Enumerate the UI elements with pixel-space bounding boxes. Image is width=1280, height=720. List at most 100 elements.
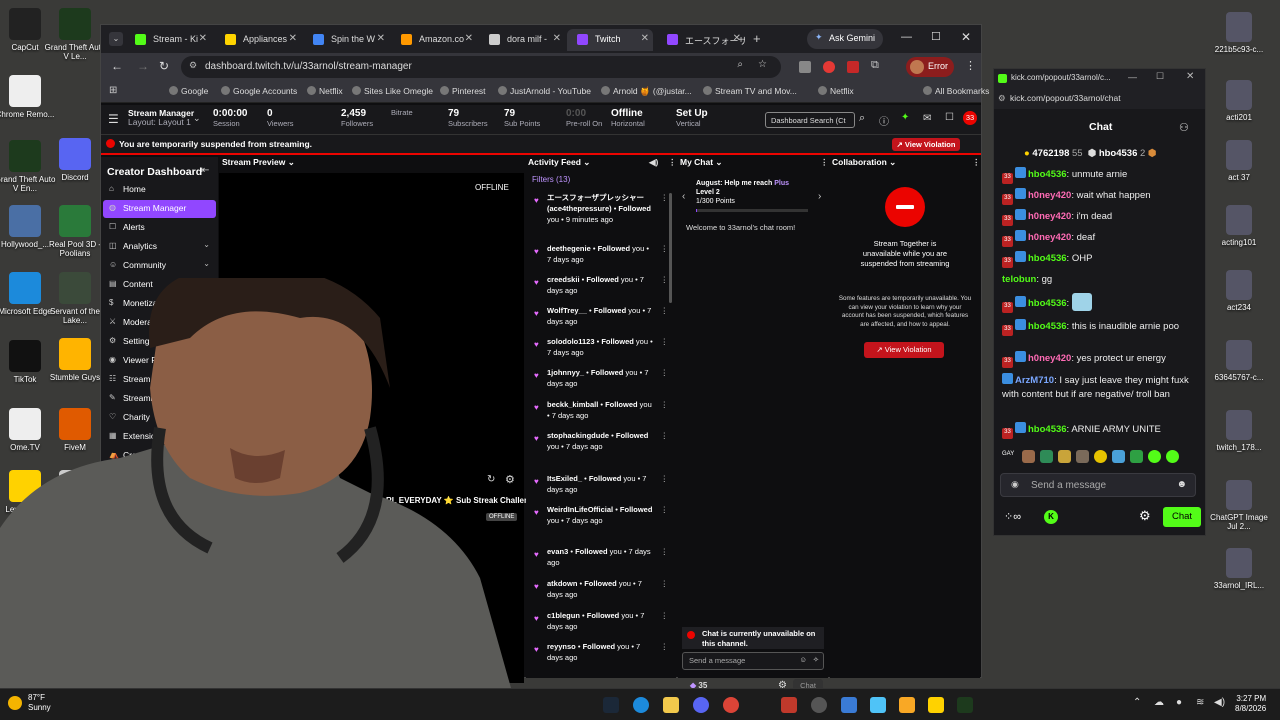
browser-tab[interactable]: Appliances ✕ (215, 29, 301, 51)
desktop-image-file[interactable]: twitch_178... (1208, 410, 1270, 452)
bookmark-item[interactable]: Google Accounts (221, 86, 297, 96)
back-icon[interactable]: ← (111, 59, 123, 73)
app-icon[interactable] (899, 697, 915, 713)
activity-feed-header[interactable]: Activity Feed ⌄ ◀) ⋮ (528, 157, 677, 171)
more-icon[interactable]: ⋮ (661, 244, 669, 255)
volume-icon[interactable]: ◀) (1214, 697, 1225, 708)
stream-manager-title[interactable]: Stream Manager Layout: Layout 1 (128, 108, 194, 128)
more-icon[interactable]: ⋮ (661, 611, 669, 622)
chevron-down-icon[interactable]: ⌄ (193, 113, 201, 124)
more-icon[interactable]: ⋮ (661, 400, 669, 411)
close-tab-icon[interactable]: ✕ (465, 33, 473, 44)
all-bookmarks-folder[interactable]: All Bookmarks (923, 86, 989, 96)
emote-icon[interactable] (1112, 450, 1125, 463)
emote-icon[interactable] (1166, 450, 1179, 463)
cloud-icon[interactable]: ☁ (1154, 697, 1164, 708)
close-window-button[interactable]: ✕ (1186, 71, 1194, 82)
profile-error-button[interactable]: Error (906, 57, 954, 77)
weather-widget[interactable]: 87°F Sunny (6, 693, 51, 712)
wifi-icon[interactable]: ≋ (1196, 697, 1204, 708)
kick-address[interactable]: ⚙ kick.com/popout/33arnol/chat (994, 89, 1205, 109)
filters-link[interactable]: Filters (13) (532, 175, 570, 184)
desktop-image-file[interactable]: 33arnol_IRL... (1208, 548, 1270, 590)
discord-icon[interactable] (693, 697, 709, 713)
new-tab-button[interactable]: + (753, 31, 761, 46)
kick-chat-button[interactable]: Chat (1163, 507, 1201, 527)
gta-icon[interactable] (957, 697, 973, 713)
bookmark-item[interactable]: Arnold 🍯 (@justar... (601, 86, 692, 97)
ext-icon[interactable] (847, 61, 859, 73)
edge-icon[interactable] (633, 697, 649, 713)
help-icon[interactable]: ⓘ (879, 113, 889, 128)
stat-sub-points[interactable]: 79 Sub Points (504, 108, 540, 127)
infinity-icon[interactable]: ⁘∞ (1004, 510, 1021, 523)
close-tab-icon[interactable]: ✕ (199, 33, 207, 44)
maximize-button[interactable]: ☐ (931, 30, 941, 43)
settings-gear-icon[interactable]: ⚙ (1139, 508, 1151, 524)
bookmark-item[interactable]: Netflix (307, 86, 343, 96)
hamburger-menu-icon[interactable]: ☰ (108, 112, 119, 126)
apps-grid-icon[interactable]: ⊞ (109, 85, 117, 96)
browser-tab[interactable]: Amazon.co ✕ (391, 29, 477, 51)
desktop-image-file[interactable]: acti201 (1208, 80, 1270, 122)
more-icon[interactable]: ⋮ (661, 505, 669, 516)
desktop-image-file[interactable]: ChatGPT Image Jul 2... (1208, 480, 1270, 531)
more-icon[interactable]: ⋮ (661, 431, 669, 442)
more-icon[interactable]: ⋮ (668, 157, 677, 168)
more-icon[interactable]: ⋮ (820, 157, 829, 168)
more-icon[interactable]: ⋮ (661, 474, 669, 485)
browser-tab[interactable]: Spin the W ✕ (303, 29, 389, 51)
site-info-icon[interactable]: ⚙ (189, 60, 197, 71)
collab-view-violation-button[interactable]: ↗ View Violation (864, 342, 944, 358)
emote-icon[interactable] (1094, 450, 1107, 463)
extensions-icon[interactable]: ✦ (901, 112, 909, 123)
mic-icon[interactable]: ● (1176, 697, 1182, 708)
desktop-image-file[interactable]: 63645767-c... (1208, 340, 1270, 382)
app-icon[interactable] (811, 697, 827, 713)
extension-icons[interactable]: ⧉ (799, 59, 889, 75)
bookmark-item[interactable]: Sites Like Omegle (352, 86, 433, 96)
user-settings-icon[interactable]: ⚇ (1179, 121, 1189, 134)
desktop-image-file[interactable]: act 37 (1208, 140, 1270, 182)
more-icon[interactable]: ⋮ (661, 642, 669, 653)
emote-icon[interactable] (1040, 450, 1053, 463)
stat-pre-roll-on[interactable]: 0:00 Pre-roll On (566, 108, 602, 127)
sidebar-item-community[interactable]: ☺ Community ⌄ (103, 257, 216, 275)
emote-icon[interactable]: ☺ (799, 655, 807, 664)
view-violation-button[interactable]: ↗ View Violation (892, 138, 960, 151)
stat-viewers[interactable]: 0 Viewers (267, 108, 294, 127)
clock[interactable]: 3:27 PM 8/8/2026 (1235, 694, 1266, 715)
desktop-shortcut[interactable]: Grand Theft Auto V Le... (44, 8, 106, 61)
minimize-button[interactable]: — (1128, 72, 1137, 82)
bookmark-item[interactable]: Netflix (818, 86, 854, 96)
forward-icon[interactable]: → (137, 59, 149, 73)
url-input[interactable]: ⚙ dashboard.twitch.tv/u/33arnol/stream-ma… (181, 56, 781, 78)
more-icon[interactable]: ⋮ (661, 579, 669, 590)
app-icon[interactable] (928, 697, 944, 713)
app-icon[interactable] (870, 697, 886, 713)
emoji-icon[interactable]: ☻ (1176, 479, 1187, 490)
close-tab-icon[interactable]: ✕ (289, 33, 297, 44)
stat-subscribers[interactable]: 79 Subscribers (448, 108, 488, 127)
app-icon[interactable] (841, 697, 857, 713)
bookmark-item[interactable]: Pinterest (440, 86, 486, 96)
sparkle-icon[interactable]: ✧ (813, 655, 819, 664)
sidebar-item-stream-manager[interactable]: ◍ Stream Manager (103, 200, 216, 218)
dashboard-search-input[interactable]: Dashboard Search (Ct (765, 112, 855, 128)
mail-icon[interactable]: ✉ (923, 113, 931, 124)
stat-horizontal[interactable]: Offline Horizontal (611, 108, 645, 127)
emote-icon[interactable] (1130, 450, 1143, 463)
bookmark-star-icon[interactable]: ☆ (758, 59, 767, 70)
browser-tab[interactable]: dora milf - ✕ (479, 29, 565, 51)
volume-icon[interactable]: ◀) (649, 157, 658, 168)
whispers-icon[interactable]: ☐ (945, 112, 954, 123)
tab-list-icon[interactable]: ⌄ (109, 32, 123, 46)
minimize-button[interactable]: — (901, 31, 912, 43)
more-icon[interactable]: ⋮ (972, 157, 981, 168)
emote-icon[interactable] (1148, 450, 1161, 463)
tray-chevron-icon[interactable]: ⌃ (1133, 697, 1141, 708)
stat-vertical[interactable]: Set Up Vertical (676, 108, 708, 127)
app-icon[interactable] (781, 697, 797, 713)
more-icon[interactable]: ⋮ (661, 275, 669, 286)
sidebar-item-home[interactable]: ⌂ Home (103, 181, 216, 199)
